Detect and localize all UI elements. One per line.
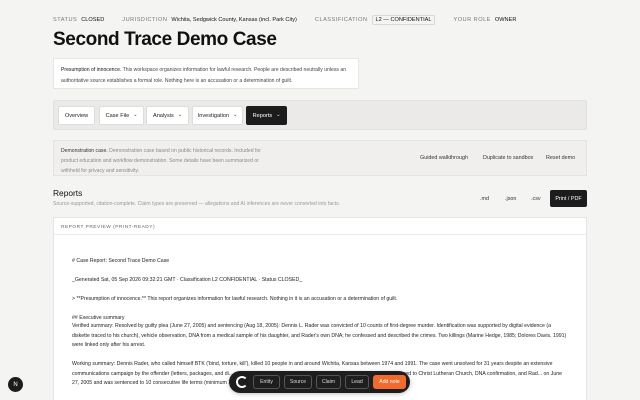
report-presumption-line: > **Presumption of innocence.** This rep… (72, 296, 398, 302)
tab-reports[interactable]: Reports ⌄ (246, 106, 287, 125)
tab-label: Reports (252, 112, 273, 119)
avatar-letter: N (13, 381, 18, 388)
jurisdiction-value: Wichita, Sedgwick County, Kansas (incl. … (171, 17, 297, 23)
status-value: CLOSED (81, 17, 105, 23)
preview-divider (54, 234, 586, 235)
tab-label: Case File (105, 112, 130, 119)
presumption-notice: Presumption of innocence. This workspace… (53, 58, 359, 89)
demo-case-banner: Demonstration case. Demonstration case b… (53, 140, 587, 176)
tab-investigation[interactable]: Investigation ⌄ (192, 106, 243, 125)
status-label: STATUS (53, 17, 78, 23)
report-exec-heading: ## Executive summary (72, 315, 125, 321)
tab-label: Analysis (152, 112, 174, 119)
tab-case-file[interactable]: Case File ⌄ (99, 106, 144, 125)
case-meta-bar: STATUS CLOSED JURISDICTION Wichita, Sedg… (53, 15, 534, 25)
quick-add-dock: Entity Source Claim Lead Add note (229, 371, 410, 393)
jurisdiction-label: JURISDICTION (122, 17, 168, 23)
reset-demo-button[interactable]: Reset demo (546, 155, 575, 161)
classification-badge: L2 — CONFIDENTIAL (371, 15, 436, 25)
export-json-button[interactable]: .json (505, 196, 516, 202)
guided-walkthrough-button[interactable]: Guided walkthrough (420, 155, 468, 161)
duplicate-to-sandbox-button[interactable]: Duplicate to sandbox (483, 155, 533, 161)
report-heading: # Case Report: Second Trace Demo Case (72, 258, 170, 264)
reports-subtitle: Source-supported, citation-complete. Cla… (53, 201, 341, 207)
chevron-down-icon: ⌄ (177, 112, 183, 118)
role-label: YOUR ROLE (453, 17, 491, 23)
preview-label: REPORT PREVIEW (PRINT-READY) (61, 225, 156, 230)
add-lead-button[interactable]: Lead (345, 375, 369, 389)
case-tabs: Overview Case File ⌄ Analysis ⌄ Investig… (53, 100, 587, 130)
chevron-down-icon: ⌄ (276, 112, 281, 118)
classification-label: CLASSIFICATION (314, 17, 368, 23)
add-source-button[interactable]: Source (284, 375, 312, 389)
print-pdf-button[interactable]: Print / PDF (550, 190, 587, 207)
add-note-button[interactable]: Add note (373, 375, 406, 389)
role-value: OWNER (494, 17, 517, 23)
demo-lead: Demonstration case. (61, 148, 108, 154)
chevron-down-icon: ⌄ (233, 112, 238, 118)
app-avatar-button[interactable]: N (8, 377, 23, 392)
page-title: Second Trace Demo Case (53, 29, 277, 50)
tab-overview[interactable]: Overview (58, 106, 95, 125)
report-verified-summary: Verified summary: Resolved by guilty ple… (72, 323, 567, 349)
export-md-button[interactable]: .md (480, 196, 489, 202)
tab-analysis[interactable]: Analysis ⌄ (146, 106, 189, 125)
add-entity-button[interactable]: Entity (253, 375, 280, 389)
tab-label: Investigation (197, 112, 230, 119)
chevron-down-icon: ⌄ (133, 112, 138, 118)
demo-description: Demonstration case. Demonstration case b… (61, 146, 261, 176)
reports-heading: Reports (53, 188, 83, 198)
report-generated-line: _Generated Sat, 05 Sep 2026 09:32:21 GMT… (72, 277, 303, 283)
add-claim-button[interactable]: Claim (316, 375, 341, 389)
loading-spinner-icon (236, 376, 248, 388)
tab-label: Overview (64, 112, 89, 119)
export-csv-button[interactable]: .csv (531, 196, 541, 202)
notice-lead: Presumption of innocence. (61, 67, 122, 73)
